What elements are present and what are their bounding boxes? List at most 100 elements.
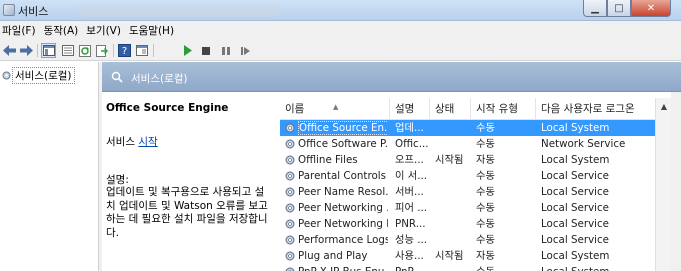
column-header-status[interactable]: 상태 <box>430 98 471 120</box>
column-header-logon-as[interactable]: 다음 사용자로 로그온 <box>536 98 670 120</box>
service-gear-icon <box>285 251 295 261</box>
window-title: 서비스 <box>18 5 49 18</box>
back-arrow-icon[interactable] <box>2 43 17 58</box>
tree-item-services-local[interactable]: 서비스(로컬) <box>1 67 75 84</box>
column-header-name[interactable]: ▲ 이름 <box>280 98 390 120</box>
cell-status <box>435 168 471 184</box>
table-row[interactable]: Peer Networking I... PNR... 수동 Local Servic… <box>280 216 670 232</box>
forward-arrow-icon[interactable] <box>19 43 34 58</box>
menu-view[interactable]: 보기(V) <box>84 23 125 38</box>
cell-startup-type: 수동 <box>476 202 495 214</box>
cell-name: Office Software P... <box>298 138 388 150</box>
table-row[interactable]: PnP-X IP Bus Enu... PnP... 수동 Local System <box>280 264 670 271</box>
cell-logon-as: Local System <box>541 154 610 166</box>
menu-bar: 파일(F) 동작(A) 보기(V) 도움말(H) <box>0 21 681 40</box>
show-hide-pane-icon[interactable] <box>134 43 149 58</box>
pause-icon[interactable] <box>218 43 233 58</box>
cell-status <box>435 216 471 232</box>
service-gear-icon <box>285 187 295 197</box>
cell-description: PNR... <box>395 218 426 230</box>
table-row[interactable]: Peer Networking ... 피어 ... 수동 Local Service <box>280 200 670 216</box>
play-icon[interactable] <box>180 43 195 58</box>
cell-logon-as: Local Service <box>541 234 610 246</box>
cell-logon-as: Local Service <box>541 170 610 182</box>
column-header-row: ▲ 이름 설명 상태 시작 유형 다음 사용자로 로그온 <box>280 98 670 120</box>
table-row[interactable]: Offline Files 오프... 시작됨 자동 Local System <box>280 152 670 168</box>
cell-description: 피어 ... <box>395 202 428 214</box>
cell-status <box>435 232 471 248</box>
console-tree-icon[interactable] <box>41 43 56 58</box>
blurred-title-area <box>78 6 278 15</box>
cell-startup-type: 자동 <box>476 154 495 166</box>
restart-icon[interactable] <box>238 43 253 58</box>
cell-description: 성능 ... <box>395 234 428 246</box>
cell-description: 업데... <box>395 122 424 134</box>
properties-list-icon[interactable] <box>60 43 75 58</box>
vertical-scrollbar[interactable]: ▲ <box>655 98 671 271</box>
service-gear-icon <box>285 235 295 245</box>
refresh-icon[interactable] <box>77 43 92 58</box>
stop-icon[interactable] <box>198 43 213 58</box>
cell-startup-type: 수동 <box>476 234 495 246</box>
service-gear-icon <box>285 267 295 271</box>
maximize-button[interactable]: □ <box>607 0 631 17</box>
window-right-edge <box>671 92 681 271</box>
minimize-button[interactable]: ▁ <box>583 0 607 17</box>
window-controls: ▁ □ ✕ <box>583 0 671 17</box>
close-button[interactable]: ✕ <box>631 0 671 17</box>
cell-name: Office Source En... <box>298 120 388 136</box>
cell-name: Offline Files <box>298 154 358 166</box>
cell-logon-as: Local System <box>541 250 610 262</box>
services-gear-icon <box>2 71 11 80</box>
cell-logon-as: Local System <box>541 122 610 134</box>
cell-startup-type: 수동 <box>476 122 495 134</box>
menu-help[interactable]: 도움말(H) <box>127 23 178 38</box>
toolbar-separator <box>153 44 154 57</box>
cell-status <box>435 200 471 216</box>
scroll-up-arrow-icon[interactable]: ▲ <box>656 98 672 114</box>
cell-description: 사용... <box>395 250 424 262</box>
start-prefix: 서비스 <box>106 136 139 148</box>
cell-status <box>435 184 471 200</box>
table-row[interactable]: Parental Controls 이 서... 수동 Local Service <box>280 168 670 184</box>
description-line: 하는 데 필요한 설치 파일을 저장합니 <box>106 213 268 225</box>
start-service-row: 서비스 시작 <box>106 134 158 149</box>
start-service-link[interactable]: 시작 <box>138 136 157 148</box>
table-row[interactable]: Office Software P... Offic... 수동 Network Se… <box>280 136 670 152</box>
help-icon[interactable]: ? <box>117 43 132 58</box>
column-header-startup-type[interactable]: 시작 유형 <box>471 98 536 120</box>
menu-action[interactable]: 동작(A) <box>42 23 83 38</box>
table-row[interactable]: Plug and Play 사용... 시작됨 자동 Local System <box>280 248 670 264</box>
tree-item-label: 서비스(로컬) <box>12 67 75 84</box>
svg-text:?: ? <box>122 46 127 57</box>
cell-startup-type: 수동 <box>476 264 534 271</box>
service-gear-icon <box>285 219 295 229</box>
description-text: 업데이트 및 복구용으로 사용되고 설 치 업데이트 및 Watson 오류를 … <box>106 186 276 240</box>
service-detail-pane: Office Source Engine 서비스 시작 설명: 업데이트 및 복… <box>102 92 280 271</box>
menu-file[interactable]: 파일(F) <box>0 23 40 38</box>
column-header-description[interactable]: 설명 <box>390 98 430 120</box>
services-app-icon <box>3 4 15 16</box>
cell-status: 시작됨 <box>435 250 464 262</box>
service-gear-icon <box>285 171 295 181</box>
toolbar-separator <box>113 44 114 57</box>
cell-name: Performance Logs... <box>298 234 388 246</box>
table-row[interactable]: Peer Name Resol... 서버... 수동 Local Service <box>280 184 670 200</box>
toolbar: ? <box>0 40 681 61</box>
table-row[interactable]: Performance Logs... 성능 ... 수동 Local Service <box>280 232 670 248</box>
toolbar-separator <box>37 44 38 57</box>
export-icon[interactable] <box>94 43 109 58</box>
search-magnifier-icon <box>111 71 123 83</box>
cell-name: Peer Name Resol... <box>298 186 388 198</box>
cell-logon-as: Network Service <box>541 138 626 150</box>
cell-description: PnP... <box>395 264 429 271</box>
table-row[interactable]: Office Source En... 업데... 수동 Local System <box>280 120 655 136</box>
description-label: 설명: <box>106 174 129 186</box>
cell-name: Peer Networking I... <box>298 218 388 230</box>
cell-description: Offic... <box>395 138 429 150</box>
description-line: 치 업데이트 및 Watson 오류를 보고 <box>106 199 268 212</box>
cell-startup-type: 수동 <box>476 170 495 182</box>
cell-startup-type: 자동 <box>476 250 495 262</box>
services-list: ▲ 이름 설명 상태 시작 유형 다음 사용자로 로그온 Office Sour… <box>280 92 670 271</box>
cell-status <box>435 136 471 152</box>
